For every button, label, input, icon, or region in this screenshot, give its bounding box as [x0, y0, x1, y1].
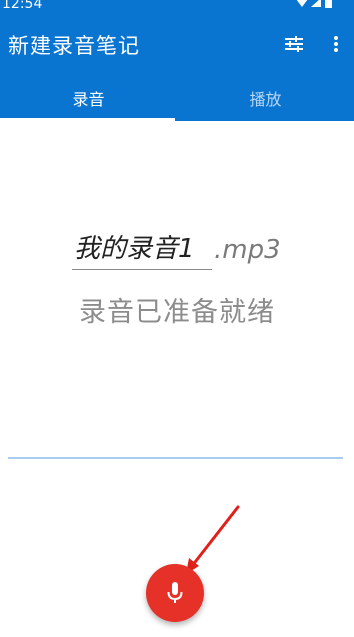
- status-time: 12:54: [2, 0, 43, 12]
- record-button[interactable]: [146, 564, 204, 622]
- battery-icon: [325, 0, 332, 8]
- tab-playback-label: 播放: [249, 89, 282, 109]
- filename-extension: .mp3: [214, 235, 281, 265]
- tune-icon: [285, 36, 303, 52]
- filename-row: .mp3: [72, 228, 281, 270]
- status-bar: 12:54: [0, 0, 354, 14]
- signal-icon: [311, 0, 321, 7]
- tab-bar: 录音 播放: [0, 74, 354, 121]
- page-title: 新建录音笔记: [8, 34, 140, 58]
- divider: [8, 457, 343, 459]
- microphone-icon: [167, 582, 183, 603]
- more-options-button[interactable]: [324, 31, 348, 57]
- recording-status: 录音已准备就绪: [79, 297, 275, 328]
- tab-record[interactable]: 录音: [0, 74, 177, 121]
- status-icons: [296, 0, 332, 8]
- filename-input[interactable]: [72, 228, 212, 270]
- app-bar: 12:54 新建录音笔记 录音 播放: [0, 0, 354, 121]
- tab-indicator: [0, 118, 175, 121]
- tab-playback[interactable]: 播放: [177, 74, 354, 121]
- more-vert-icon: [334, 36, 338, 52]
- tab-record-label: 录音: [72, 89, 105, 109]
- wifi-icon: [296, 0, 308, 7]
- settings-button[interactable]: [280, 31, 308, 57]
